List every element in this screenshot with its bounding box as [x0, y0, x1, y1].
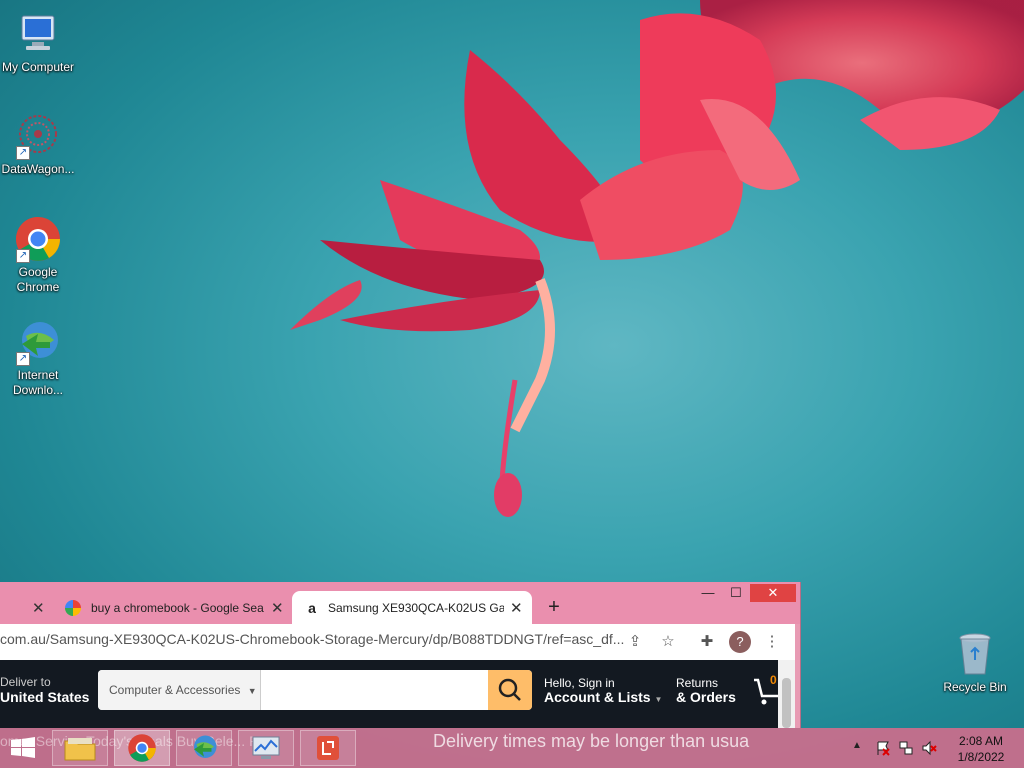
search-category-label: Computer & Accessories [109, 683, 241, 697]
taskbar-app-red[interactable] [300, 730, 356, 766]
desktop-icon-my-computer[interactable]: My Computer [0, 10, 76, 75]
tab-title: buy a chromebook - Google Sea [91, 600, 264, 615]
download-manager-icon [194, 735, 217, 758]
caret-down-icon: ▼ [247, 686, 257, 696]
address-bar[interactable]: com.au/Samsung-XE930QCA-K02US-Chromebook… [0, 631, 624, 647]
taskbar-performance-monitor[interactable] [238, 730, 294, 766]
volume-muted-icon[interactable] [921, 740, 937, 759]
scrollbar-thumb[interactable] [782, 678, 791, 728]
amazon-nav-bar: Deliver to United States Computer & Acce… [0, 660, 778, 728]
monitor-chart-icon [252, 736, 280, 759]
cart-icon[interactable]: 0 [752, 672, 778, 708]
search-category-dropdown[interactable]: Computer & Accessories ▼ [98, 670, 261, 710]
taskbar-file-explorer[interactable] [52, 730, 108, 766]
network-icon[interactable] [898, 740, 914, 759]
clock-time: 2:08 AM [958, 734, 1004, 748]
delivery-banner: Delivery times may be longer than usua [433, 731, 750, 751]
taskbar: omer Service Today's Deals Buy Rele... P… [0, 728, 1024, 768]
menu-kebab-icon[interactable]: ⋮ [762, 632, 782, 652]
desktop-icon-label: DataWagon... [1, 162, 75, 176]
tab-partial[interactable]: ✕ [0, 591, 50, 624]
taskbar-download-manager[interactable] [176, 730, 232, 766]
minimize-button[interactable]: — [694, 584, 722, 602]
account-lists-link[interactable]: Account & Lists ▼ [544, 689, 662, 705]
account-lists-label: Account & Lists [544, 689, 651, 705]
windows-logo-icon [11, 737, 35, 758]
taskbar-chrome[interactable] [114, 730, 170, 766]
google-icon [65, 599, 81, 616]
caret-down-icon: ▼ [654, 695, 663, 704]
desktop-icon-recycle-bin[interactable]: Recycle Bin [937, 630, 1013, 695]
extensions-puzzle-icon[interactable]: ✚ [697, 632, 717, 652]
maximize-button[interactable]: ☐ [722, 584, 750, 602]
svg-text:0: 0 [770, 673, 777, 687]
shortcut-arrow-icon: ↗ [16, 249, 30, 263]
amazon-icon: a [308, 599, 316, 616]
download-manager-icon: ↗ [14, 318, 62, 366]
deliver-to-label[interactable]: Deliver to [0, 675, 51, 689]
desktop-icon-internet-download-manager[interactable]: ↗ Internet Downlo... [0, 318, 76, 398]
close-window-button[interactable]: ✕ [750, 584, 796, 602]
desktop-icon-datawagon[interactable]: ↗ DataWagon... [0, 112, 76, 177]
recycle-bin-icon [951, 630, 999, 678]
account-greeting[interactable]: Hello, Sign in [544, 676, 615, 690]
shortcut-arrow-icon: ↗ [16, 146, 30, 160]
close-icon[interactable]: ✕ [510, 599, 523, 617]
desktop-icon-google-chrome[interactable]: ↗ Google Chrome [0, 215, 76, 295]
chrome-window[interactable]: ✕ buy a chromebook - Google Sea ✕ a Sams… [0, 582, 801, 728]
share-icon[interactable]: ⇪ [625, 632, 645, 652]
tab-title: Samsung XE930QCA-K02US Gala [328, 600, 504, 615]
close-icon[interactable]: ✕ [271, 599, 284, 617]
returns-label[interactable]: Returns [676, 676, 718, 690]
address-toolbar: com.au/Samsung-XE930QCA-K02US-Chromebook… [0, 624, 795, 660]
desktop-icon-label: Internet Downlo... [12, 368, 64, 397]
app-icon [317, 736, 339, 760]
desktop-icon-label: My Computer [1, 60, 75, 74]
desktop-icon-label: Recycle Bin [943, 680, 1007, 694]
deliver-location[interactable]: United States [0, 689, 89, 705]
computer-icon [14, 10, 62, 58]
tab-google-search[interactable]: buy a chromebook - Google Sea ✕ [55, 591, 290, 624]
desktop-icon-label: Google Chrome [16, 265, 60, 294]
tray-show-hidden-icon[interactable]: ▲ [852, 740, 862, 751]
chrome-icon: ↗ [14, 215, 62, 263]
profile-avatar[interactable]: ? [729, 631, 751, 653]
close-icon[interactable]: ✕ [32, 599, 45, 617]
system-clock[interactable]: 2:08 AM 1/8/2022 [948, 733, 1014, 765]
chrome-icon [128, 734, 156, 762]
bookmark-star-icon[interactable]: ☆ [658, 632, 678, 652]
datawagon-icon: ↗ [14, 112, 62, 160]
search-input[interactable] [262, 670, 490, 710]
scrollbar[interactable] [778, 660, 795, 728]
start-button[interactable] [8, 736, 38, 760]
tab-strip: ✕ buy a chromebook - Google Sea ✕ a Sams… [0, 582, 800, 624]
action-center-flag-icon[interactable] [875, 740, 891, 759]
folder-icon [64, 738, 96, 761]
search-icon [498, 678, 521, 701]
wallpaper-flower [290, 0, 1024, 517]
new-tab-button[interactable]: + [544, 591, 564, 624]
tab-amazon-samsung[interactable]: a Samsung XE930QCA-K02US Gala ✕ [292, 591, 532, 624]
search-button[interactable] [488, 670, 532, 710]
shortcut-arrow-icon: ↗ [16, 352, 30, 366]
clock-date: 1/8/2022 [957, 750, 1005, 764]
orders-link[interactable]: & Orders [676, 689, 736, 705]
search-box: Computer & Accessories ▼ [98, 670, 532, 710]
